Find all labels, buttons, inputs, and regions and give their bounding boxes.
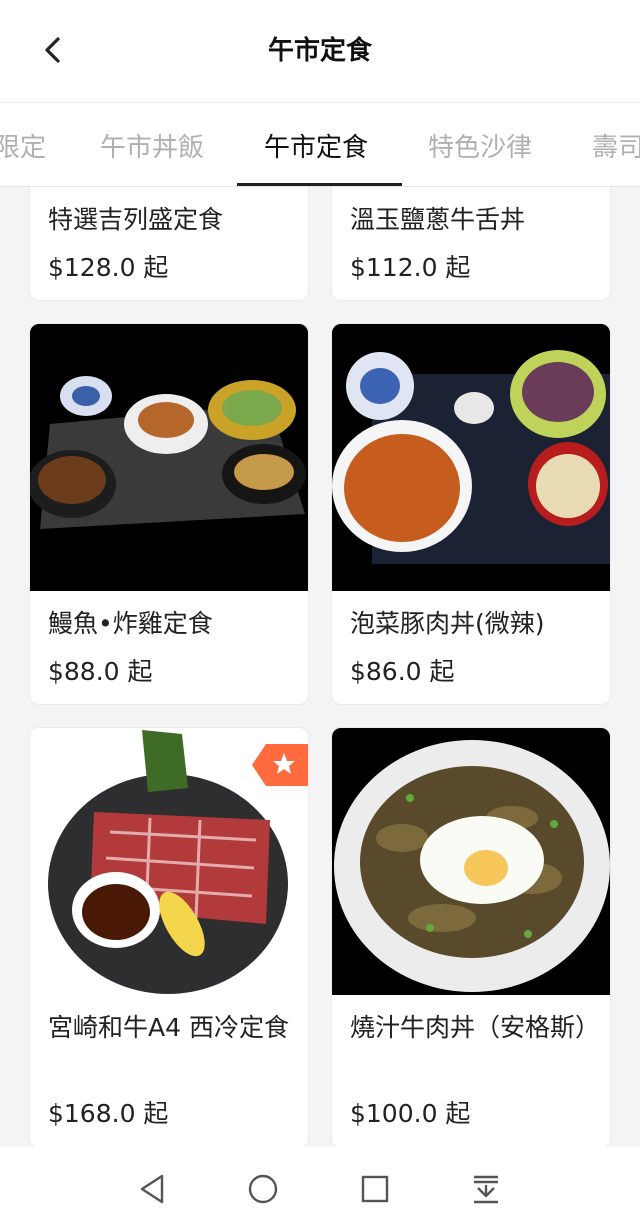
product-price: $168.0 起 bbox=[48, 1099, 169, 1128]
product-name: 燒汁牛肉丼（安格斯） bbox=[350, 1013, 601, 1042]
tab-limited[interactable]: 限定 bbox=[0, 127, 46, 164]
product-image bbox=[332, 324, 610, 591]
product-card[interactable]: 溫玉鹽蔥牛舌丼 $112.0 起 bbox=[331, 187, 611, 301]
product-price: $100.0 起 bbox=[350, 1099, 471, 1128]
nav-back-icon[interactable] bbox=[134, 1171, 170, 1207]
product-price: $88.0 起 bbox=[48, 657, 153, 686]
nav-recents-icon[interactable] bbox=[357, 1171, 393, 1207]
nav-menu-icon[interactable] bbox=[468, 1171, 504, 1207]
tab-sushi[interactable]: 壽司 bbox=[592, 127, 640, 164]
product-name: 特選吉列盛定食 bbox=[48, 205, 224, 234]
star-icon bbox=[252, 744, 308, 786]
tab-lunch-donburi[interactable]: 午市丼飯 bbox=[100, 127, 204, 164]
category-tabs: 限定 午市丼飯 午市定食 特色沙律 壽司 bbox=[0, 103, 640, 187]
product-image bbox=[332, 728, 610, 995]
nav-home-icon[interactable] bbox=[245, 1171, 281, 1207]
system-nav-bar bbox=[0, 1147, 640, 1226]
product-name: 泡菜豚肉丼(微辣) bbox=[350, 609, 545, 638]
product-name: 宮崎和牛A4 西冷定食 bbox=[48, 1013, 289, 1042]
product-card[interactable]: 鰻魚•炸雞定食 $88.0 起 bbox=[29, 323, 309, 705]
tab-lunch-set[interactable]: 午市定食 bbox=[264, 127, 368, 164]
product-card[interactable]: 特選吉列盛定食 $128.0 起 bbox=[29, 187, 309, 301]
product-card[interactable]: 宮崎和牛A4 西冷定食 $168.0 起 bbox=[29, 727, 309, 1147]
product-name: 鰻魚•炸雞定食 bbox=[48, 609, 213, 638]
product-card[interactable]: 泡菜豚肉丼(微辣) $86.0 起 bbox=[331, 323, 611, 705]
product-name: 溫玉鹽蔥牛舌丼 bbox=[350, 205, 526, 234]
product-image bbox=[30, 324, 308, 591]
page-title: 午市定食 bbox=[267, 36, 372, 66]
tab-salad[interactable]: 特色沙律 bbox=[428, 127, 532, 164]
app-header: 午市定食 bbox=[0, 0, 640, 103]
product-price: $112.0 起 bbox=[350, 253, 471, 282]
product-card[interactable]: 燒汁牛肉丼（安格斯） $100.0 起 bbox=[331, 727, 611, 1147]
product-price: $86.0 起 bbox=[350, 657, 455, 686]
product-grid: 特選吉列盛定食 $128.0 起 溫玉鹽蔥牛舌丼 $112.0 起 鰻魚•炸雞定… bbox=[0, 187, 640, 1147]
product-price: $128.0 起 bbox=[48, 253, 169, 282]
